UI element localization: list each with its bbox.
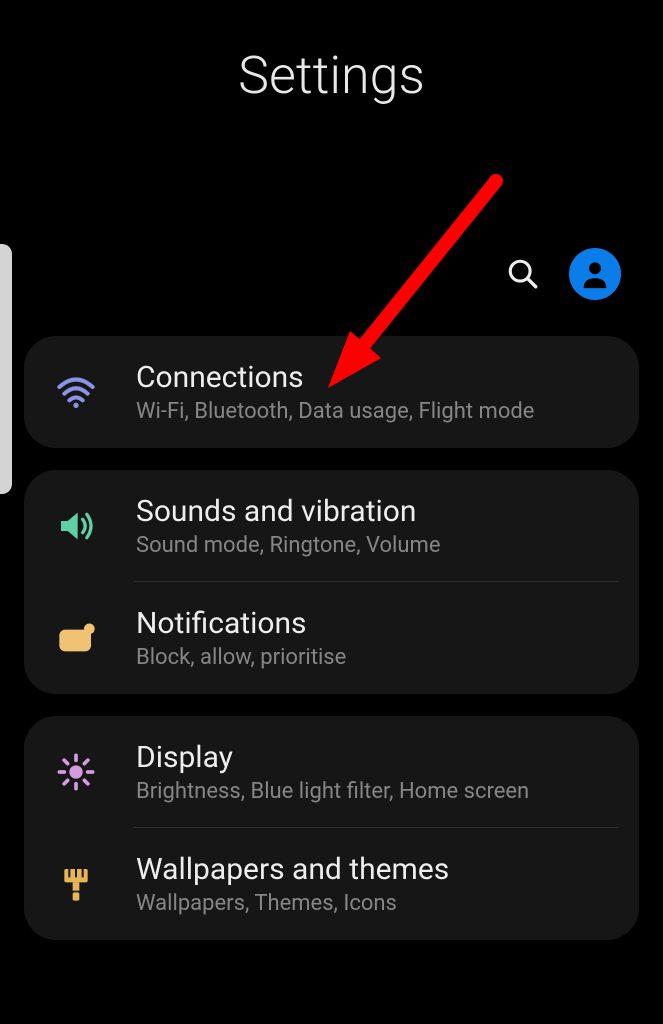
settings-item-wallpapers[interactable]: Wallpapers and themes Wallpapers, Themes… xyxy=(24,828,639,940)
settings-item-text: Sounds and vibration Sound mode, Rington… xyxy=(136,494,619,558)
settings-item-subtitle: Wi-Fi, Bluetooth, Data usage, Flight mod… xyxy=(136,399,619,424)
settings-item-title: Wallpapers and themes xyxy=(136,852,619,887)
settings-item-sounds[interactable]: Sounds and vibration Sound mode, Rington… xyxy=(24,470,639,582)
settings-item-title: Sounds and vibration xyxy=(136,494,619,529)
sound-icon xyxy=(54,504,98,548)
wifi-icon xyxy=(54,370,98,414)
settings-item-subtitle: Wallpapers, Themes, Icons xyxy=(136,891,619,916)
settings-item-subtitle: Sound mode, Ringtone, Volume xyxy=(136,533,619,558)
person-icon xyxy=(578,257,612,291)
settings-item-connections[interactable]: Connections Wi-Fi, Bluetooth, Data usage… xyxy=(24,336,639,448)
account-button[interactable] xyxy=(569,248,621,300)
settings-list: Connections Wi-Fi, Bluetooth, Data usage… xyxy=(24,336,639,940)
settings-group: Connections Wi-Fi, Bluetooth, Data usage… xyxy=(24,336,639,448)
settings-item-text: Notifications Block, allow, prioritise xyxy=(136,606,619,670)
settings-item-text: Display Brightness, Blue light filter, H… xyxy=(136,740,619,804)
page-title: Settings xyxy=(0,0,663,106)
brightness-icon xyxy=(54,750,98,794)
settings-item-text: Wallpapers and themes Wallpapers, Themes… xyxy=(136,852,619,916)
settings-item-title: Notifications xyxy=(136,606,619,641)
edge-panel-handle[interactable] xyxy=(0,244,12,494)
settings-item-subtitle: Block, allow, prioritise xyxy=(136,645,619,670)
settings-item-title: Display xyxy=(136,740,619,775)
settings-group: Display Brightness, Blue light filter, H… xyxy=(24,716,639,940)
settings-item-notifications[interactable]: Notifications Block, allow, prioritise xyxy=(24,582,639,694)
paintbrush-icon xyxy=(54,862,98,906)
search-icon xyxy=(506,257,540,291)
settings-item-text: Connections Wi-Fi, Bluetooth, Data usage… xyxy=(136,360,619,424)
search-button[interactable] xyxy=(505,256,541,292)
notifications-icon xyxy=(54,616,98,660)
settings-group: Sounds and vibration Sound mode, Rington… xyxy=(24,470,639,694)
header-actions xyxy=(505,248,621,300)
settings-item-title: Connections xyxy=(136,360,619,395)
settings-item-display[interactable]: Display Brightness, Blue light filter, H… xyxy=(24,716,639,828)
settings-item-subtitle: Brightness, Blue light filter, Home scre… xyxy=(136,779,619,804)
